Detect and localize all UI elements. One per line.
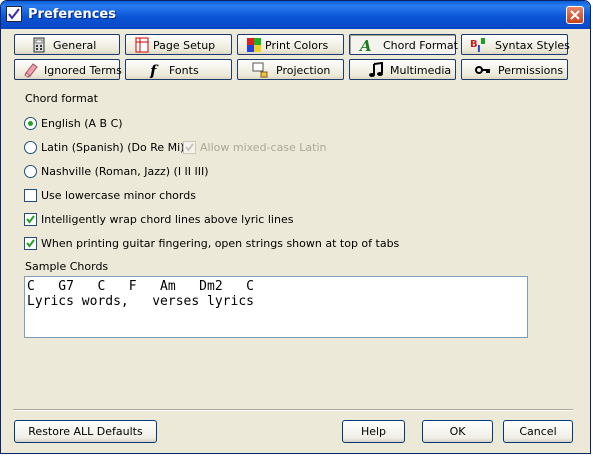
tab-chord-format-label: Chord Format xyxy=(383,39,458,52)
tab-permissions[interactable]: Permissions xyxy=(461,59,568,80)
chord-format-heading: Chord format xyxy=(25,92,98,105)
tab-projection[interactable]: Projection xyxy=(237,59,344,80)
guitar-fingering-box[interactable] xyxy=(24,237,37,250)
english-radio-button[interactable] xyxy=(24,117,37,130)
key-icon xyxy=(475,62,491,78)
checkmark-icon xyxy=(26,215,35,224)
app-check-icon xyxy=(6,6,22,22)
sample-chords-box: C G7 C F Am Dm2 C Lyrics words, verses ly… xyxy=(24,276,528,338)
eraser-icon xyxy=(23,62,39,78)
latin-radio-button[interactable] xyxy=(24,141,37,154)
tab-chord-format[interactable]: A Chord Format xyxy=(349,34,458,55)
help-button[interactable]: Help xyxy=(342,420,405,443)
tab-projection-label: Projection xyxy=(276,64,331,77)
ok-button[interactable]: OK xyxy=(422,420,493,443)
checkmark-icon xyxy=(185,143,194,152)
latin-radio[interactable]: Latin (Spanish) (Do Re Mi) xyxy=(24,140,189,156)
radio-selected-dot xyxy=(28,121,33,126)
color-squares-icon xyxy=(246,37,262,53)
tab-ignored-terms-label: Ignored Terms xyxy=(44,64,122,77)
tab-multimedia-label: Multimedia xyxy=(390,64,452,77)
english-radio-label: English (A B C) xyxy=(41,117,123,130)
tab-print-colors-label: Print Colors xyxy=(265,39,329,52)
projection-icon xyxy=(252,62,268,78)
svg-text:I: I xyxy=(477,44,481,53)
nashville-radio-label: Nashville (Roman, Jazz) (I II III) xyxy=(41,165,209,178)
tab-print-colors[interactable]: Print Colors xyxy=(237,34,344,55)
preferences-window: Preferences General Page Setup Print Col… xyxy=(0,0,591,454)
tab-permissions-label: Permissions xyxy=(498,64,564,77)
allow-mixed-case-label: Allow mixed-case Latin xyxy=(200,141,327,154)
lowercase-minor-checkbox[interactable]: Use lowercase minor chords xyxy=(24,188,196,204)
restore-defaults-button[interactable]: Restore ALL Defaults xyxy=(14,420,157,443)
lowercase-minor-label: Use lowercase minor chords xyxy=(41,189,196,202)
page-setup-icon xyxy=(134,37,150,53)
tab-ignored-terms[interactable]: Ignored Terms xyxy=(14,59,122,80)
svg-text:A: A xyxy=(358,37,372,53)
close-button[interactable] xyxy=(566,6,584,24)
svg-text:f: f xyxy=(149,62,159,78)
cancel-button[interactable]: Cancel xyxy=(503,420,573,443)
title-bar[interactable]: Preferences xyxy=(1,1,590,29)
nashville-radio[interactable]: Nashville (Roman, Jazz) (I II III) xyxy=(24,164,214,180)
tab-fonts-label: Fonts xyxy=(169,64,199,77)
latin-radio-label: Latin (Spanish) (Do Re Mi) xyxy=(41,141,185,154)
tab-page-setup-label: Page Setup xyxy=(153,39,216,52)
nashville-radio-button[interactable] xyxy=(24,165,37,178)
allow-mixed-case-checkbox: Allow mixed-case Latin xyxy=(183,140,333,156)
tab-syntax-styles[interactable]: BI Syntax Styles xyxy=(461,34,570,55)
tab-general-label: General xyxy=(53,39,97,52)
tab-fonts[interactable]: f Fonts xyxy=(125,59,232,80)
font-f-icon: f xyxy=(148,62,164,78)
syntax-styles-icon: BI xyxy=(470,37,486,53)
footer-separator xyxy=(13,409,573,411)
calculator-icon xyxy=(31,37,47,53)
tab-syntax-styles-label: Syntax Styles xyxy=(495,39,570,52)
wrap-chords-checkbox[interactable]: Intelligently wrap chord lines above lyr… xyxy=(24,212,293,228)
tab-page-setup[interactable]: Page Setup xyxy=(125,34,232,55)
chord-a-icon: A xyxy=(358,37,374,53)
music-note-icon xyxy=(368,62,384,78)
window-title: Preferences xyxy=(28,7,116,22)
guitar-fingering-checkbox[interactable]: When printing guitar fingering, open str… xyxy=(24,236,399,252)
lowercase-minor-box[interactable] xyxy=(24,189,37,202)
wrap-chords-label: Intelligently wrap chord lines above lyr… xyxy=(41,213,294,226)
english-radio[interactable]: English (A B C) xyxy=(24,116,144,132)
tab-general[interactable]: General xyxy=(14,34,120,55)
sample-chord-line: C G7 C F Am Dm2 C xyxy=(27,279,254,294)
guitar-fingering-label: When printing guitar fingering, open str… xyxy=(41,237,400,250)
sample-chords-heading: Sample Chords xyxy=(25,260,109,273)
close-icon xyxy=(570,10,580,20)
tab-multimedia[interactable]: Multimedia xyxy=(349,59,456,80)
sample-lyric-line: Lyrics words, verses lyrics xyxy=(27,294,254,309)
wrap-chords-box[interactable] xyxy=(24,213,37,226)
allow-mixed-case-box xyxy=(183,141,196,154)
checkmark-icon xyxy=(26,239,35,248)
